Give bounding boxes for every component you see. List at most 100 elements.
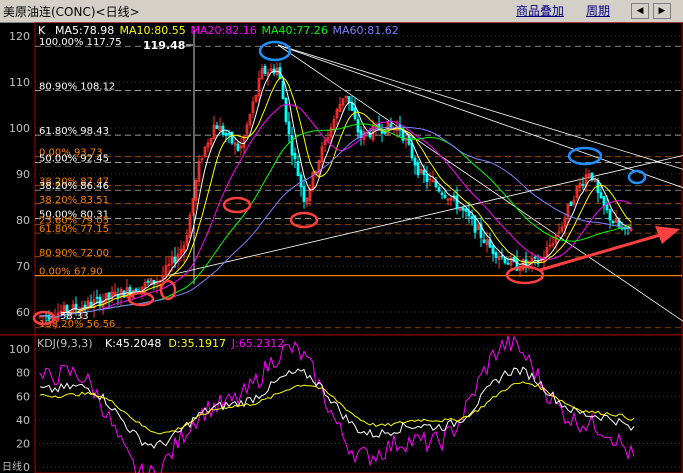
candle-body bbox=[491, 245, 495, 254]
scroll-right-icon[interactable]: ▶ bbox=[653, 3, 671, 19]
candle-body bbox=[425, 173, 429, 182]
candle-body bbox=[83, 304, 87, 308]
candle-body bbox=[440, 192, 444, 195]
title-bar: 美原油连(CONC)<日线> 商品叠加 周期 ◀ ▶ bbox=[0, 0, 683, 23]
candle-body bbox=[599, 192, 603, 199]
annotation-blue-ellipse bbox=[627, 169, 647, 185]
annotation-blue-ellipse bbox=[567, 146, 603, 166]
candle-body bbox=[611, 221, 615, 224]
price-axis-tick: 60 bbox=[16, 306, 30, 319]
price-axis-tick: 110 bbox=[9, 76, 30, 89]
candle-body bbox=[533, 256, 537, 259]
low-price-marker: 58.33 bbox=[60, 311, 89, 322]
candle-body bbox=[464, 208, 468, 212]
kdj-value-legend: J:65.2312 bbox=[231, 337, 284, 350]
kdj-k-line bbox=[39, 366, 635, 449]
chart-title: 美原油连(CONC)<日线> bbox=[3, 5, 140, 19]
moving-average-legend: MA5:78.98 bbox=[55, 24, 114, 37]
candle-body bbox=[443, 194, 447, 198]
kdj-label: KDJ(9,3,3) bbox=[37, 337, 93, 350]
annotation-arrow-head bbox=[655, 226, 680, 244]
candle-body bbox=[107, 292, 111, 299]
price-axis-tick: 70 bbox=[16, 260, 30, 273]
trend-line bbox=[277, 44, 683, 322]
candle-body bbox=[413, 157, 417, 166]
moving-average-line bbox=[40, 70, 632, 318]
moving-average-legend: MA20:82.16 bbox=[191, 24, 257, 37]
high-price-marker: 119.48 bbox=[143, 39, 185, 52]
kdj-value-legend: K:45.2048 bbox=[105, 337, 161, 350]
commodity-overlay-button[interactable]: 商品叠加 bbox=[516, 2, 564, 19]
candle-body bbox=[416, 162, 420, 176]
candle-body bbox=[569, 201, 573, 207]
candle-body bbox=[581, 184, 585, 186]
annotation-red-ellipse bbox=[289, 211, 319, 229]
kdj-panel-frame bbox=[34, 334, 683, 473]
fibonacci-level-label: 50.00% 92.45 bbox=[39, 154, 109, 165]
moving-average-legend: MA40:77.26 bbox=[262, 24, 328, 37]
moving-average-line bbox=[40, 77, 632, 318]
candle-body bbox=[422, 169, 426, 176]
kdj-axis-tick: 40 bbox=[16, 414, 30, 427]
candle-body bbox=[383, 131, 387, 134]
candle-body bbox=[608, 209, 612, 221]
annotation-red-ellipse bbox=[505, 265, 545, 285]
candle-body bbox=[488, 239, 492, 248]
candle-body bbox=[299, 174, 303, 188]
price-axis-tick: 80 bbox=[16, 214, 30, 227]
candle-body bbox=[602, 196, 606, 207]
period-button[interactable]: 周期 bbox=[586, 2, 610, 19]
candle-body bbox=[461, 207, 465, 211]
candle-body bbox=[224, 132, 228, 136]
fibonacci-level-label: 80.90% 72.00 bbox=[39, 248, 109, 259]
candle-body bbox=[455, 195, 459, 210]
price-axis-tick: 90 bbox=[16, 168, 30, 181]
candle-body bbox=[173, 256, 177, 263]
candle-body bbox=[290, 135, 294, 156]
candle-body bbox=[287, 121, 291, 135]
fibonacci-level-label: 61.80% 98.43 bbox=[39, 126, 109, 137]
candle-body bbox=[302, 186, 306, 202]
price-axis-tick: 100 bbox=[9, 122, 30, 135]
candle-body bbox=[356, 119, 360, 133]
candle-body bbox=[215, 125, 219, 129]
annotation-red-ellipse bbox=[222, 196, 252, 214]
candle-body bbox=[494, 252, 498, 258]
candle-body bbox=[284, 97, 288, 122]
candle-body bbox=[146, 280, 150, 283]
fibonacci-level-label: 38.20% 83.51 bbox=[39, 195, 109, 206]
price-axis-tick: 120 bbox=[9, 30, 30, 43]
candle-body bbox=[482, 239, 486, 243]
fibonacci-level-label: 80.90% 108.12 bbox=[39, 81, 115, 92]
candle-body bbox=[134, 288, 138, 293]
candle-body bbox=[470, 216, 474, 219]
moving-average-line bbox=[40, 104, 632, 318]
kdj-axis-tick: 100 bbox=[9, 343, 30, 356]
chart-canvas[interactable]: 120 110 100 90 80 70 60 100 80 60 40 20 0 100.00% 11… bbox=[0, 22, 683, 473]
fibonacci-level-label: 100.00% 117.75 bbox=[39, 37, 122, 48]
trend-line bbox=[277, 44, 683, 189]
candle-body bbox=[605, 204, 609, 211]
kdj-value-legend: D:35.1917 bbox=[168, 337, 226, 350]
price-indicator-label: K bbox=[38, 24, 46, 37]
candle-body bbox=[296, 161, 300, 177]
candle-body bbox=[350, 102, 354, 111]
candle-body bbox=[410, 142, 414, 159]
candle-body bbox=[236, 143, 240, 151]
kdj-axis-tick: 20 bbox=[16, 438, 30, 451]
annotation-blue-ellipse bbox=[258, 40, 292, 62]
moving-average-legend: MA60:81.62 bbox=[333, 24, 399, 37]
bottom-period-label: 日线 bbox=[2, 460, 22, 473]
candle-body bbox=[500, 255, 504, 258]
candle-body bbox=[380, 131, 384, 134]
fibonacci-level-label: 38.20% 86.46 bbox=[39, 181, 109, 192]
candle-body bbox=[263, 66, 267, 74]
candle-body bbox=[437, 187, 441, 192]
candle-body bbox=[281, 80, 285, 100]
kdj-axis-tick: 80 bbox=[16, 367, 30, 380]
candle-body bbox=[95, 296, 99, 299]
fibonacci-level-label: 61.80% 77.15 bbox=[39, 224, 109, 235]
kdj-d-line bbox=[39, 381, 635, 435]
kdj-axis-tick: 0 bbox=[23, 461, 30, 473]
scroll-left-icon[interactable]: ◀ bbox=[631, 3, 649, 19]
